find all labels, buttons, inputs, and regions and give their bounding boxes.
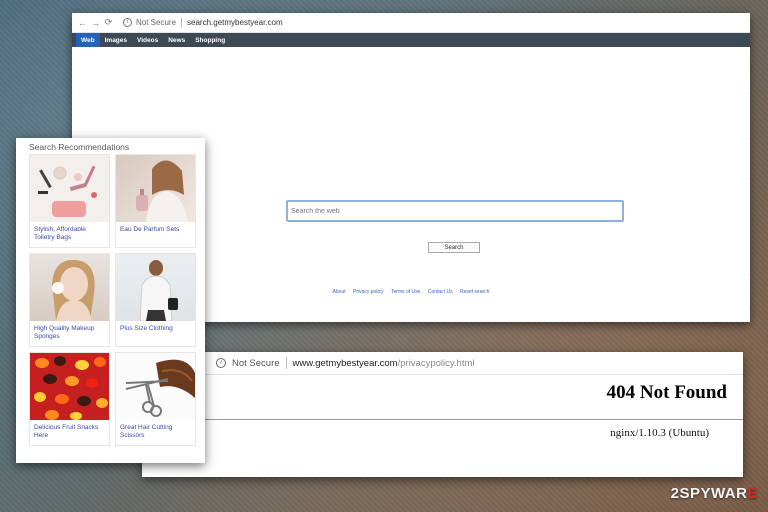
footer-link-terms[interactable]: Terms of Use	[391, 289, 420, 295]
tab-shopping[interactable]: Shopping	[190, 33, 230, 47]
recommendation-card[interactable]: Eau De Parfum Sets	[115, 154, 196, 248]
forward-arrow-icon[interactable]: →	[89, 18, 102, 28]
fruit-snacks-image	[30, 353, 109, 420]
search-recommendations-panel: Search Recommendations Stylish, Affordab…	[16, 138, 205, 463]
panel-title: Search Recommendations	[29, 142, 130, 152]
back-arrow-icon[interactable]: ←	[76, 18, 89, 28]
recommendation-label: High Quality Makeup Sponges	[34, 325, 95, 340]
security-indicator[interactable]: Not Secure	[232, 358, 280, 369]
recommendation-label: Great Hair Cutting Scissors	[120, 424, 173, 439]
error-title: 404 Not Found	[606, 382, 727, 403]
recommendation-card[interactable]: Stylish, Affordable Toiletry Bags	[29, 154, 110, 248]
recommendation-card[interactable]: Great Hair Cutting Scissors	[115, 352, 196, 446]
search-input[interactable]	[286, 200, 624, 222]
server-signature: nginx/1.10.3 (Ubuntu)	[610, 427, 709, 439]
url-host[interactable]: www.getmybestyear.com	[293, 358, 398, 369]
tab-videos[interactable]: Videos	[132, 33, 163, 47]
reload-icon[interactable]: ⟳	[102, 17, 115, 28]
recommendation-label: Plus Size Clothing	[120, 325, 173, 332]
footer-link-reset[interactable]: Reset search	[460, 289, 489, 295]
footer-link-privacy[interactable]: Privacy policy	[353, 289, 384, 295]
error-address-bar: i Not Secure www.getmybestyear.com/priva…	[142, 352, 743, 375]
address-divider	[181, 17, 183, 28]
tab-images[interactable]: Images	[100, 33, 132, 47]
tab-news[interactable]: News	[163, 33, 190, 47]
cosmetics-image	[30, 155, 109, 222]
footer-link-contact[interactable]: Contact Us	[428, 289, 453, 295]
plus-size-clothing-image	[116, 254, 195, 321]
recommendation-card[interactable]: Plus Size Clothing	[115, 253, 196, 347]
address-divider	[285, 357, 287, 369]
url-path[interactable]: /privacypolicy.html	[398, 358, 475, 369]
recommendation-label: Stylish, Affordable Toiletry Bags	[34, 226, 86, 241]
recommendation-card[interactable]: Delicious Fruit Snacks Here	[29, 352, 110, 446]
info-icon[interactable]: i	[123, 18, 132, 27]
url-text[interactable]: search.getmybestyear.com	[187, 18, 283, 27]
security-indicator[interactable]: Not Secure	[136, 18, 176, 27]
recommendation-card[interactable]: High Quality Makeup Sponges	[29, 253, 110, 347]
divider	[142, 419, 743, 420]
recommendation-label: Delicious Fruit Snacks Here	[34, 424, 99, 439]
info-icon[interactable]: i	[216, 358, 226, 368]
search-button[interactable]: Search	[428, 242, 480, 253]
perfume-image	[116, 155, 195, 222]
watermark-logo: 2SPYWARE	[670, 485, 758, 502]
hair-scissors-image	[116, 353, 195, 420]
makeup-sponge-image	[30, 254, 109, 321]
footer-link-about[interactable]: About	[333, 289, 346, 295]
tab-web[interactable]: Web	[76, 33, 100, 47]
error-page-window: i Not Secure www.getmybestyear.com/priva…	[142, 352, 743, 477]
search-tabs: Web Images Videos News Shopping	[72, 33, 750, 47]
recommendation-label: Eau De Parfum Sets	[120, 226, 180, 233]
address-bar: ← → ⟳ i Not Secure search.getmybestyear.…	[72, 13, 750, 33]
